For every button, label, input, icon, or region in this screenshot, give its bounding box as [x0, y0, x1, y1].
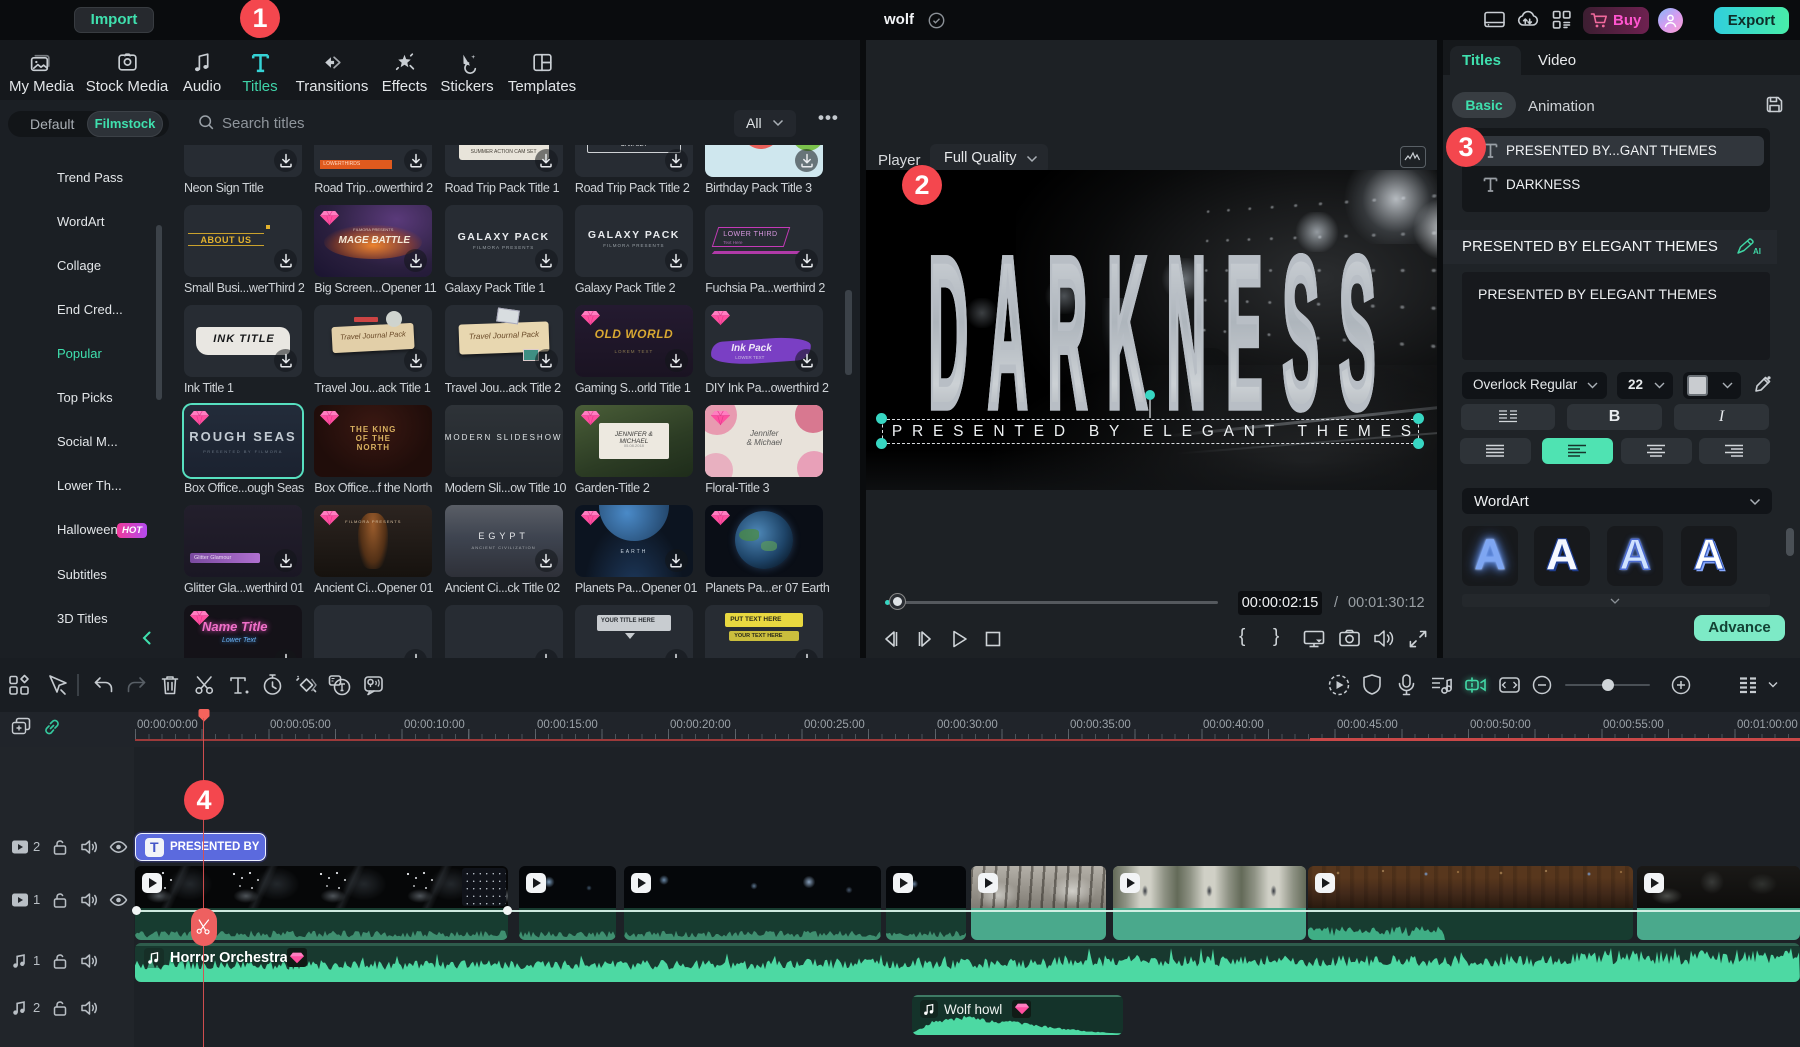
svg-text:AI: AI	[1753, 247, 1761, 256]
